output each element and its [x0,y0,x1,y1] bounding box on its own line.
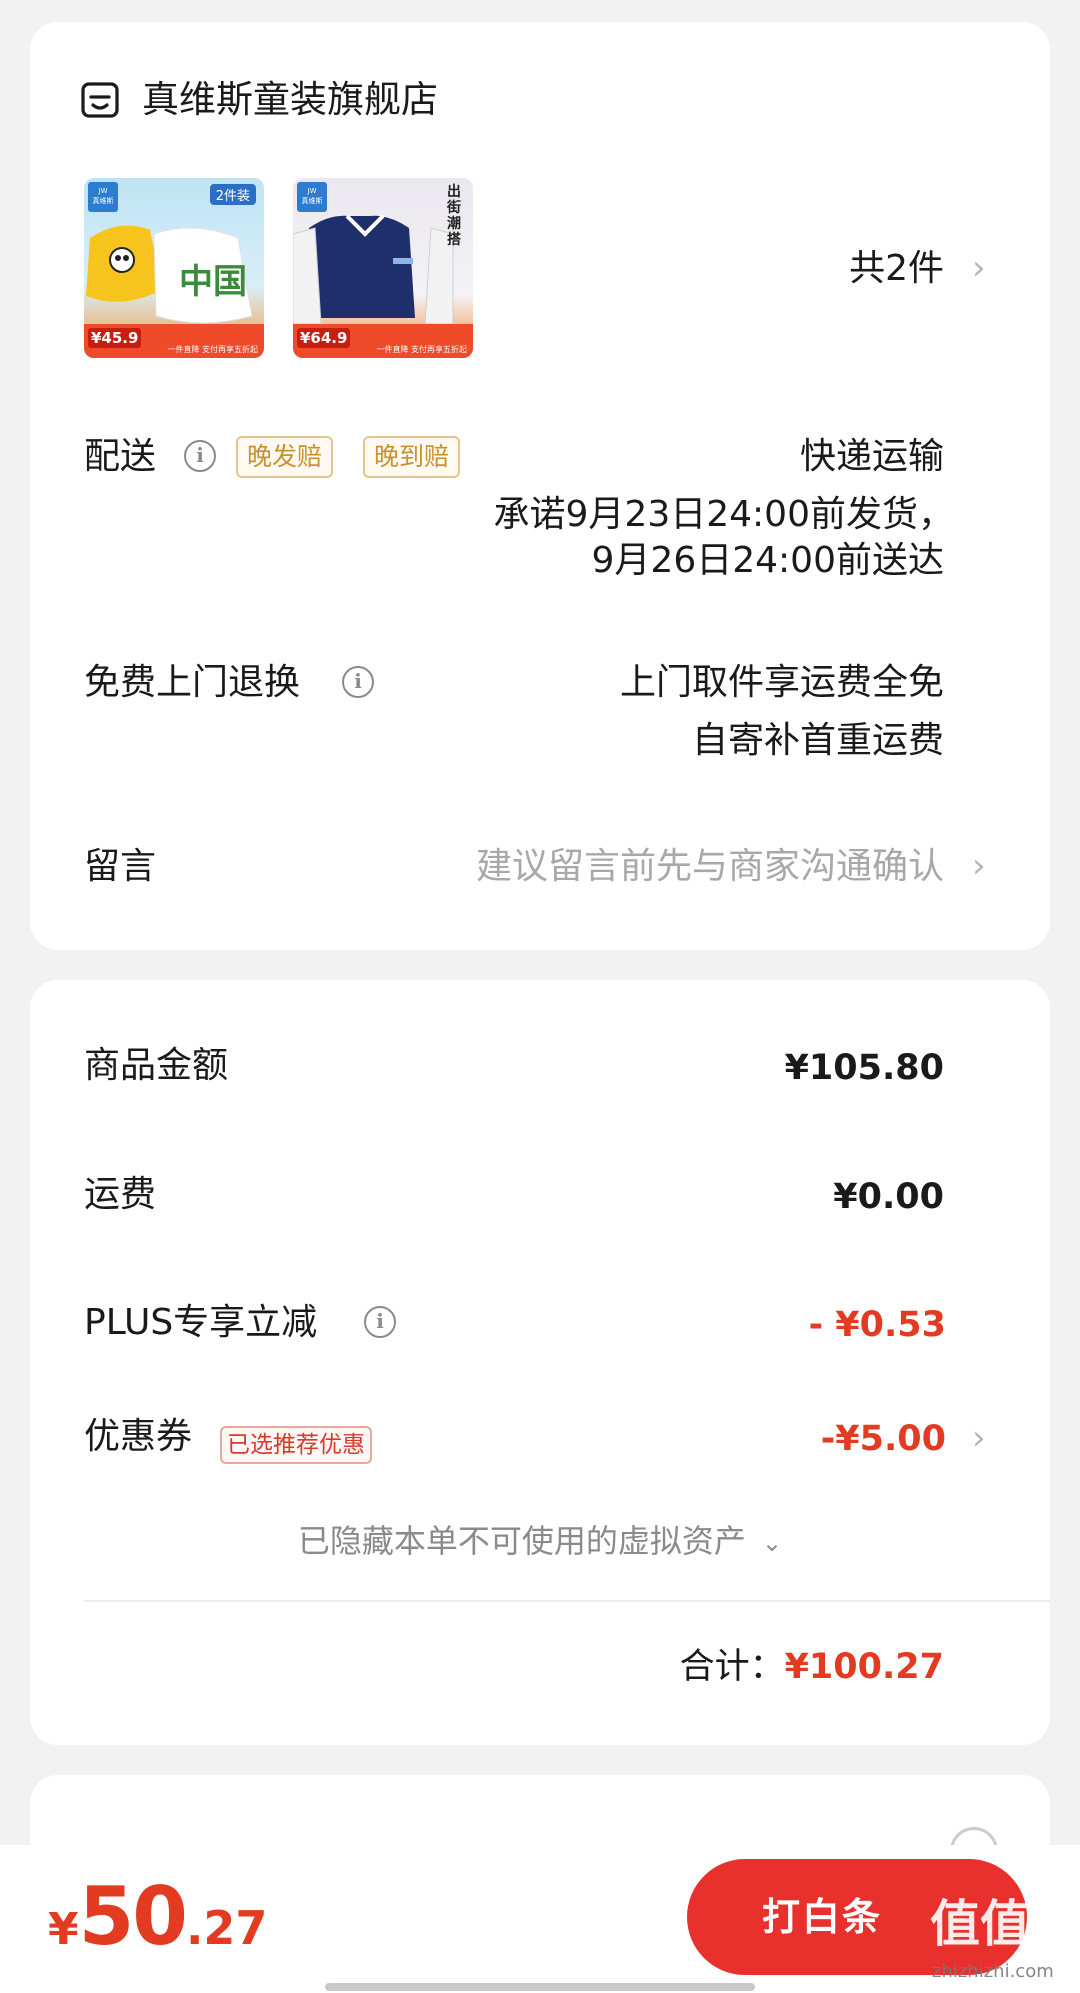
free-return-label: 免费上门退换 [84,662,301,703]
currency-symbol: ¥ [48,1904,79,1955]
price-summary-card: 商品金额 ¥105.80 运费 ¥0.00 PLUS专享立减 i - ¥0.53… [30,980,1050,1745]
total-value: ¥100.27 [784,1647,944,1687]
goods-amount-label: 商品金额 [84,1045,229,1086]
delivery-promise-arrive: 9月26日24:00前送达 [591,540,944,581]
late-arrival-compensation-tag: 晚到赔 [363,436,461,478]
late-ship-compensation-tag: 晚发赔 [236,436,334,478]
message-input[interactable]: 建议留言前先与商家沟通确认 [476,844,944,890]
chevron-right-icon[interactable]: › [972,1418,986,1458]
product-thumbnail[interactable]: JW 真维斯 出街潮搭 ¥64.9 一件直降 支付再享五折起 [293,178,473,358]
divider [84,1600,1050,1602]
svg-text:值值: 值值 [930,1895,1030,1953]
order-total: 合计：¥100.27 [680,1644,944,1690]
product-image: 中国 [86,225,253,324]
message-label: 留言 [84,846,157,887]
product-tag: 2件装 [209,184,256,205]
promo-strip: ¥64.9 一件直降 支付再享五折起 [293,324,473,358]
hidden-assets-text: 已隐藏本单不可使用的虚拟资产 [297,1522,746,1560]
promo-strip: ¥45.9 一件直降 支付再享五折起 [84,324,264,358]
shipping-value: ¥0.00 [833,1177,944,1217]
svg-text:zhizhizhi.com: zhizhizhi.com [932,1961,1054,1982]
delivery-label: 配送 [84,436,157,477]
product-image [293,214,454,325]
chevron-right-icon[interactable]: › [972,248,986,288]
plus-discount-label: PLUS专享立减 [84,1302,318,1343]
total-label: 合计： [679,1647,785,1687]
product-price: ¥45.9 [88,328,142,348]
goods-amount-value: ¥105.80 [784,1048,944,1088]
product-tag: 出街潮搭 [447,184,461,248]
store-icon [81,82,119,118]
svg-text:中国: 中国 [179,262,247,302]
plus-discount-value: - ¥0.53 [808,1305,946,1345]
item-count[interactable]: 共2件 [849,246,944,292]
shop-name[interactable]: 真维斯童装旗舰店 [142,77,438,123]
checkout-bar: ¥50.27 打白条 值值 zhizhizhi.com [0,1845,1080,1993]
amount-integer: 50 [78,1870,188,1963]
promo-text: 一件直降 支付再享五折起 [376,345,467,354]
coupon-recommended-tag: 已选推荐优惠 [220,1426,372,1464]
chevron-down-icon: ⌄ [762,1529,783,1557]
product-price: ¥64.9 [297,328,351,348]
info-icon[interactable]: i [364,1306,396,1338]
promo-text: 一件直降 支付再享五折起 [167,345,258,354]
pay-amount: ¥50.27 [48,1867,267,1989]
site-watermark-logo: 值值 zhizhizhi.com [930,1895,1054,1982]
return-pickup-text: 上门取件享运费全免 [619,662,944,703]
delivery-promise-ship: 承诺9月23日24:00前发货， [493,494,954,535]
chevron-right-icon[interactable]: › [972,846,986,886]
info-icon[interactable]: i [342,666,374,698]
info-icon[interactable]: i [184,440,216,472]
hidden-assets-toggle[interactable]: 已隐藏本单不可使用的虚拟资产 ⌄ [30,1520,1050,1564]
coupon-value[interactable]: -¥5.00 [821,1416,946,1462]
delivery-method[interactable]: 快递运输 [800,434,944,480]
product-thumbnail[interactable]: JW 真维斯 中国 2件装 ¥45.9 一件直降 支付再享五折起 [84,178,264,358]
return-self-send-text: 自寄补首重运费 [691,720,944,761]
home-indicator [325,1983,755,1991]
coupon-label: 优惠券 [84,1416,193,1457]
shipping-label: 运费 [84,1174,157,1215]
amount-decimal: .27 [185,1901,268,1955]
shop-order-card: 真维斯童装旗舰店 JW 真维斯 中国 2件装 ¥45.9 一件直降 支付再享五折起… [30,22,1050,950]
